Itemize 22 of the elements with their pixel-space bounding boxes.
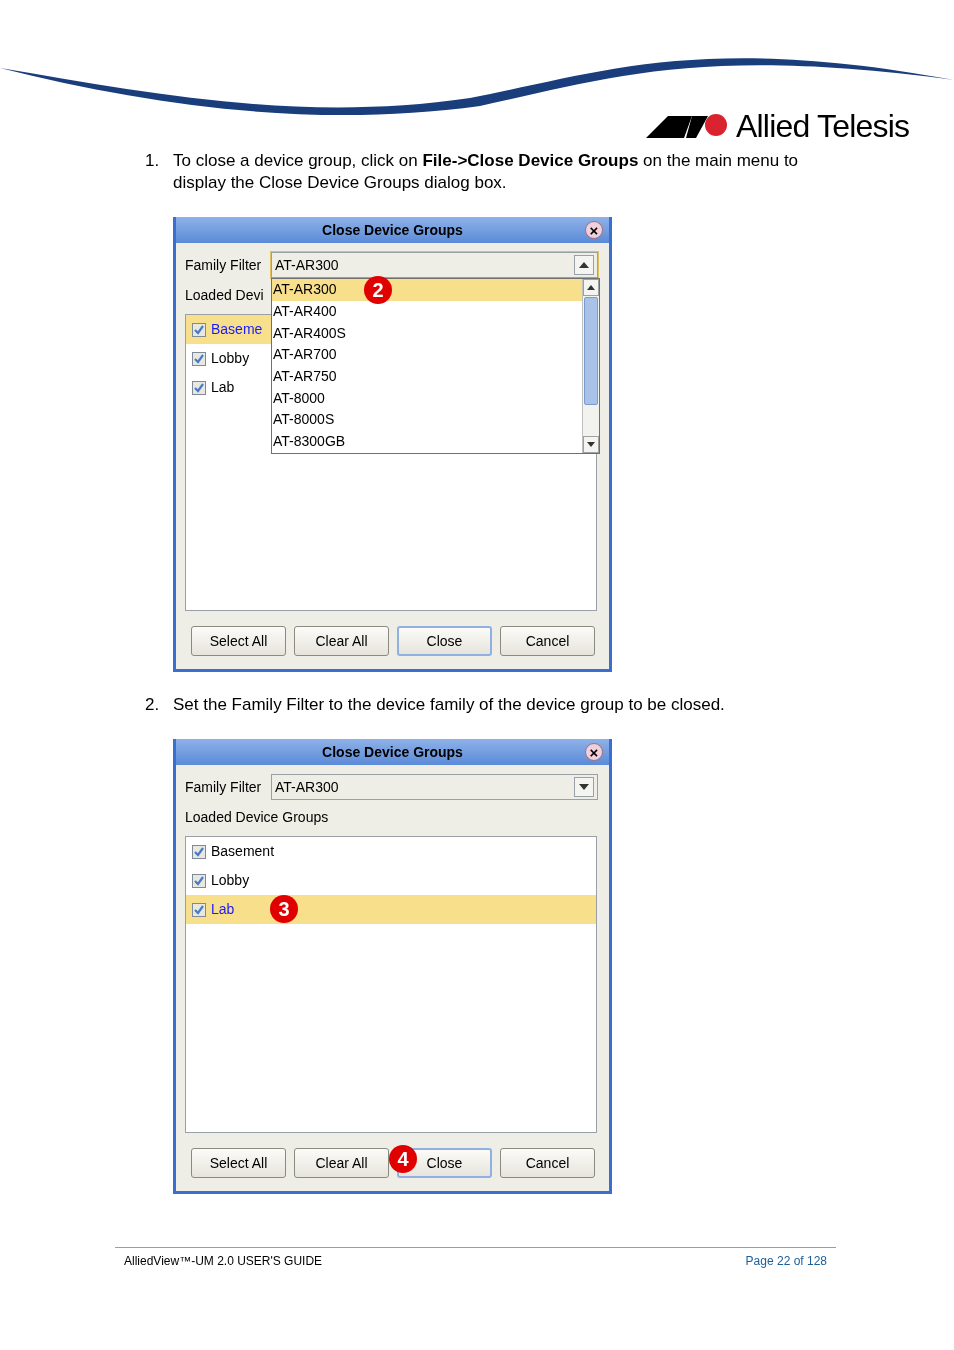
step-text: Set the Family Filter to the device family of the device group to be closed. (173, 694, 726, 716)
logo-text: Allied Telesis (736, 110, 910, 142)
group-label: Lab (211, 378, 235, 397)
page-number: Page 22 of 128 (745, 1253, 827, 1270)
step-number: 1. (145, 150, 161, 172)
footer-title: AlliedView™-UM 2.0 USER'S GUIDE (124, 1253, 323, 1270)
section-label: Loaded Devi (185, 285, 264, 305)
section-label: Loaded Device Groups (185, 807, 329, 827)
group-label: Lobby (211, 871, 250, 890)
step-number: 2. (145, 694, 161, 716)
group-label: Basement (211, 842, 275, 861)
callout-badge: 4 (389, 1145, 417, 1173)
field-label: Family Filter (185, 777, 263, 797)
callout-badge: 3 (270, 895, 298, 923)
step-text: To close a device group, click on File->Close Device Groups on the main menu to display the Close Device Groups dialog box. (173, 150, 799, 194)
group-label: Lobby (211, 349, 250, 368)
field-label: Family Filter (185, 255, 263, 275)
window-title: Close Device Groups (322, 742, 463, 762)
window-title: Close Device Groups (322, 220, 463, 240)
group-label: Baseme (211, 320, 263, 339)
callout-badge: 2 (364, 276, 392, 304)
group-label: Lab (211, 900, 235, 919)
